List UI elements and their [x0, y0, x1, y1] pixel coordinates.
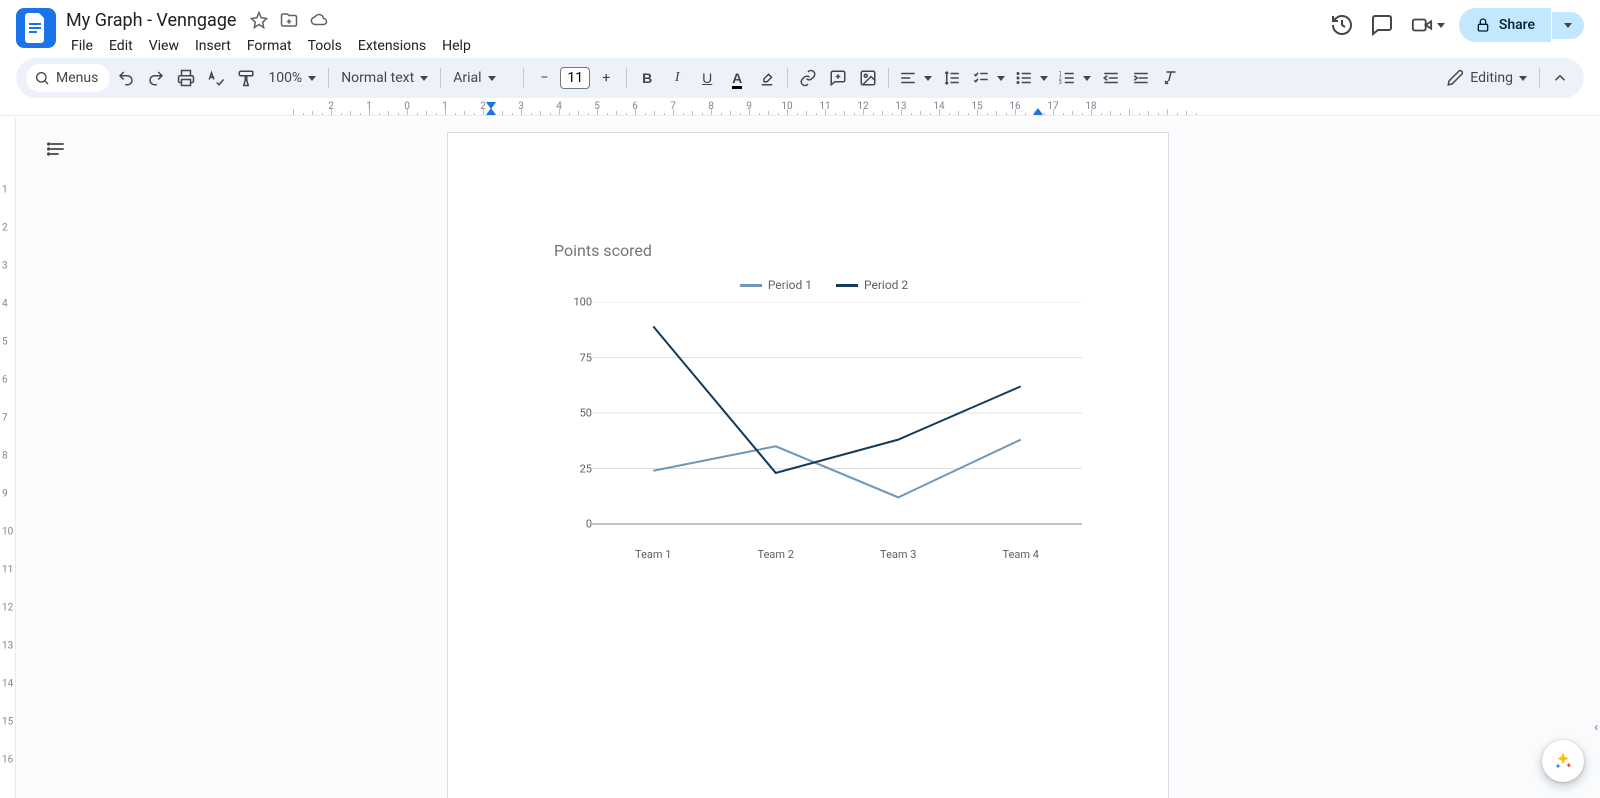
insert-image-button[interactable] — [854, 64, 882, 92]
menubar: FileEditViewInsertFormatToolsExtensionsH… — [64, 34, 1329, 58]
show-outline-button[interactable] — [42, 134, 72, 164]
underline-button[interactable]: U — [693, 64, 721, 92]
redo-button[interactable] — [142, 64, 170, 92]
insert-link-button[interactable] — [794, 64, 822, 92]
menu-file[interactable]: File — [64, 34, 100, 58]
share-label: Share — [1499, 17, 1535, 33]
chart[interactable]: Points scored Period 1 Period 2 025507510… — [554, 241, 1094, 542]
share-button[interactable]: Share — [1459, 8, 1551, 42]
checklist-dropdown[interactable] — [968, 64, 1009, 92]
font-dropdown[interactable]: Arial — [447, 70, 517, 86]
cloud-status-icon[interactable] — [310, 11, 328, 29]
spellcheck-button[interactable] — [202, 64, 230, 92]
doc-title[interactable]: My Graph - Venngage — [64, 10, 238, 31]
menu-tools[interactable]: Tools — [301, 34, 349, 58]
undo-button[interactable] — [112, 64, 140, 92]
legend-item: Period 2 — [836, 278, 908, 292]
indent-increase-button[interactable] — [1127, 64, 1155, 92]
menu-edit[interactable]: Edit — [102, 34, 140, 58]
chart-plot: 0255075100Team 1Team 2Team 3Team 4 — [564, 302, 1084, 542]
menu-help[interactable]: Help — [435, 34, 478, 58]
menus-search-button[interactable]: Menus — [26, 64, 110, 92]
bulleted-list-dropdown[interactable] — [1011, 64, 1052, 92]
insert-comment-button[interactable] — [824, 64, 852, 92]
print-button[interactable] — [172, 64, 200, 92]
paint-format-button[interactable] — [232, 64, 260, 92]
menu-view[interactable]: View — [142, 34, 186, 58]
align-dropdown[interactable] — [895, 64, 936, 92]
chart-legend: Period 1 Period 2 — [554, 278, 1094, 292]
horizontal-ruler[interactable]: 210123456789101112131415161718 — [0, 100, 1600, 116]
paragraph-style-dropdown[interactable]: Normal text — [335, 70, 434, 86]
font-size-decrease[interactable]: − — [530, 64, 558, 92]
chart-title: Points scored — [554, 241, 1094, 260]
menu-insert[interactable]: Insert — [188, 34, 238, 58]
italic-button[interactable]: I — [663, 64, 691, 92]
side-panel-toggle[interactable]: ‹ — [1594, 720, 1598, 734]
vertical-ruler[interactable]: 12345678910111213141516 — [0, 118, 16, 798]
move-icon[interactable] — [280, 11, 298, 29]
share-caret[interactable] — [1552, 12, 1584, 39]
font-size-input[interactable]: 11 — [560, 67, 590, 89]
highlight-button[interactable] — [753, 64, 781, 92]
comments-icon[interactable] — [1369, 12, 1395, 38]
explore-fab[interactable] — [1542, 740, 1584, 782]
numbered-list-dropdown[interactable]: 123 — [1054, 64, 1095, 92]
text-color-button[interactable]: A — [723, 64, 751, 92]
toolbar: Menus 100% Normal text Arial − 11 + B I … — [16, 58, 1584, 98]
meet-button[interactable] — [1409, 14, 1445, 36]
legend-item: Period 1 — [740, 278, 812, 292]
bold-button[interactable]: B — [633, 64, 661, 92]
docs-logo[interactable] — [16, 8, 56, 48]
menus-label: Menus — [56, 70, 98, 86]
menu-format[interactable]: Format — [240, 34, 299, 58]
line-spacing-button[interactable] — [938, 64, 966, 92]
star-icon[interactable] — [250, 11, 268, 29]
clear-formatting-button[interactable] — [1157, 64, 1185, 92]
editing-mode-dropdown[interactable]: Editing — [1440, 69, 1533, 87]
zoom-dropdown[interactable]: 100% — [262, 70, 322, 86]
collapse-toolbar-button[interactable] — [1546, 64, 1574, 92]
history-icon[interactable] — [1329, 12, 1355, 38]
font-size-increase[interactable]: + — [592, 64, 620, 92]
indent-decrease-button[interactable] — [1097, 64, 1125, 92]
svg-text:3: 3 — [1059, 80, 1062, 86]
document-page[interactable]: Points scored Period 1 Period 2 025507510… — [447, 132, 1169, 798]
menu-extensions[interactable]: Extensions — [351, 34, 433, 58]
